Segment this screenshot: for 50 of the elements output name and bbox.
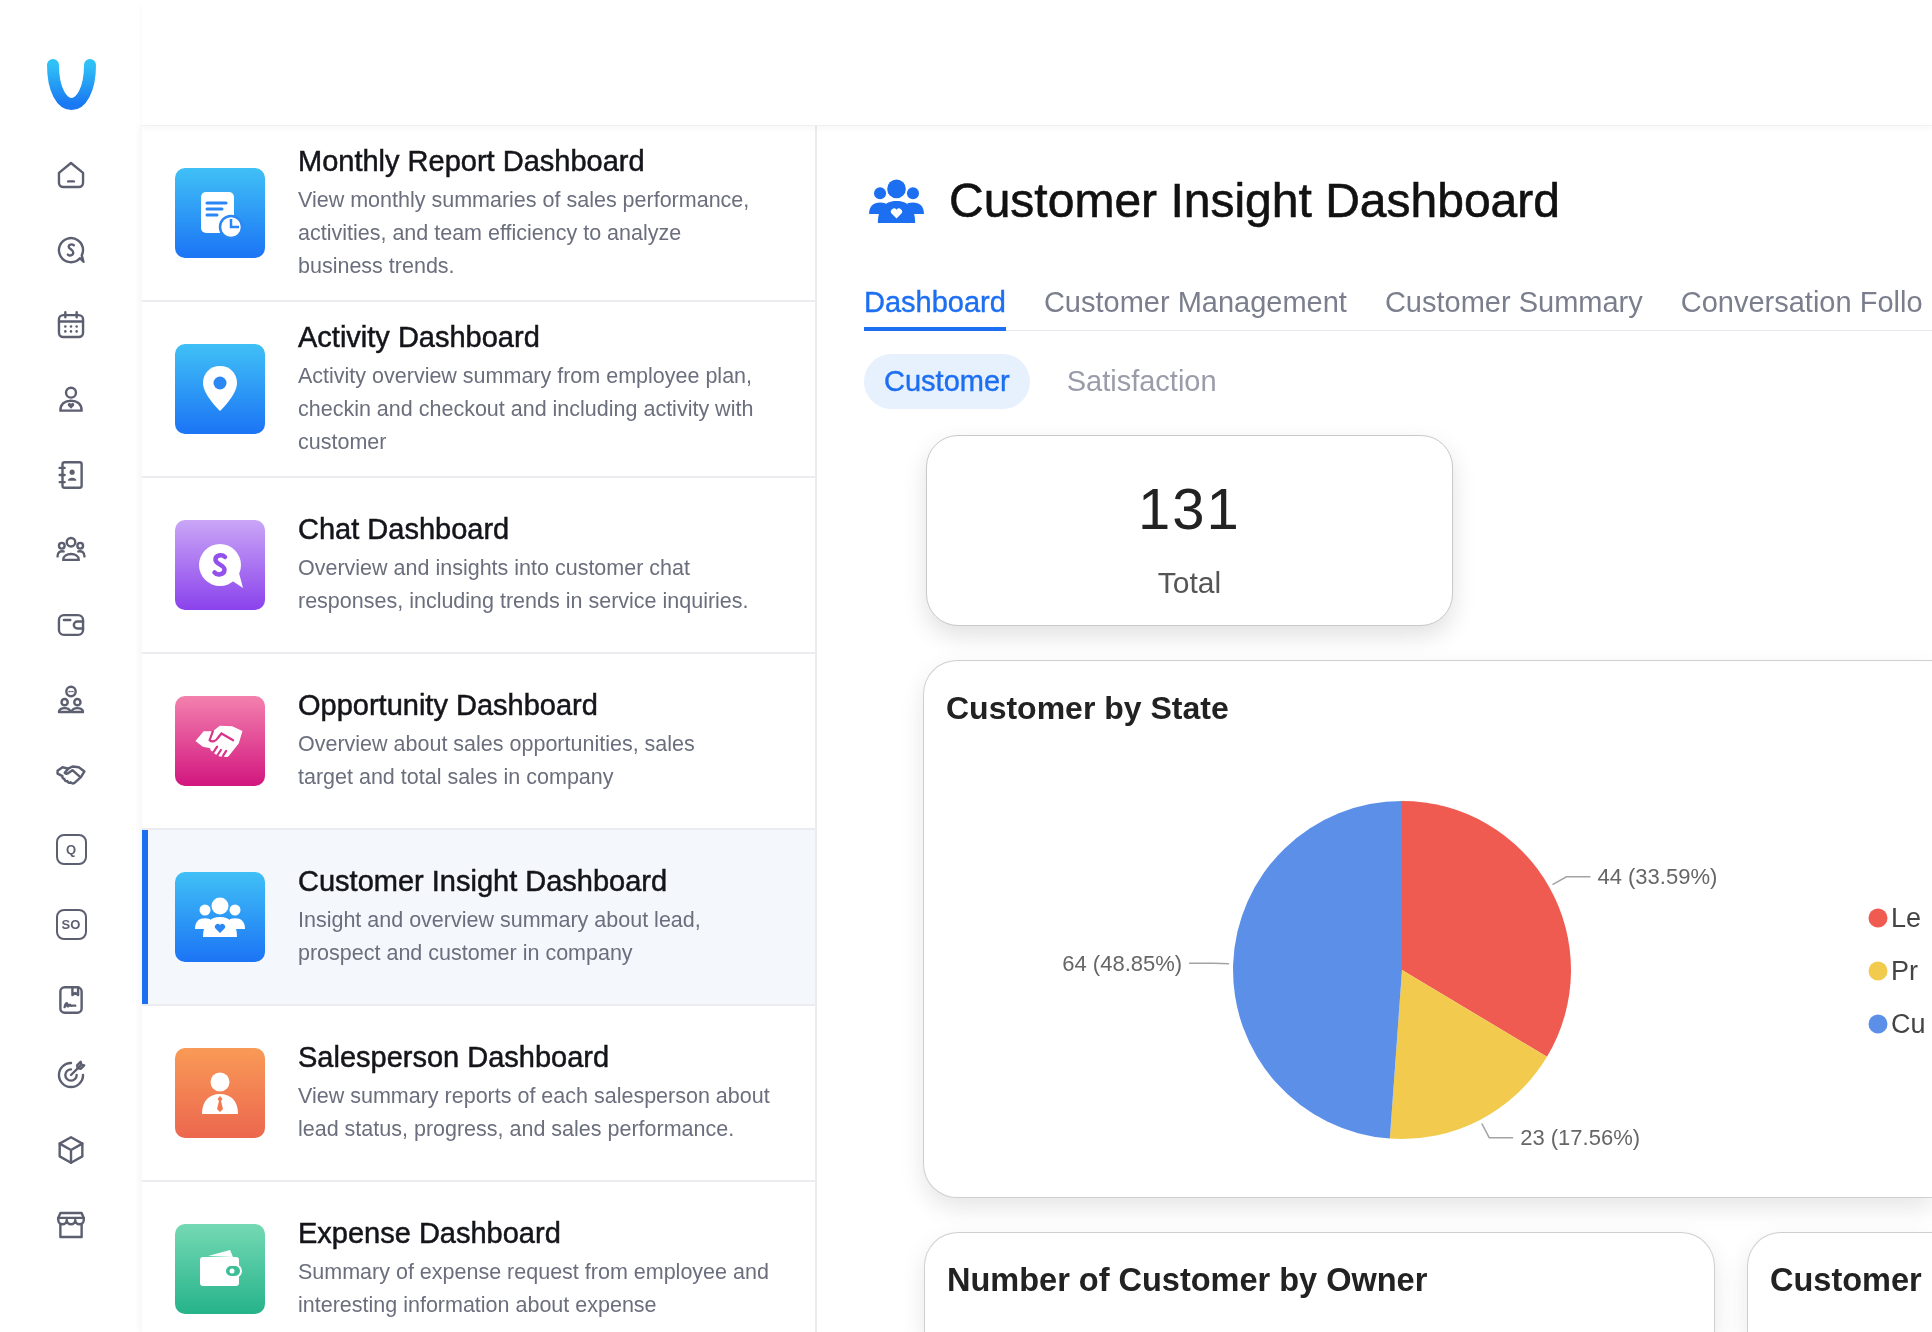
legend-label[interactable]: Pr: [1891, 956, 1918, 986]
dashboard-list-item[interactable]: Activity Dashboard Activity overview summary from employee plan, checkin and checkout and including activity with customer: [142, 302, 815, 478]
dashboard-description: Insight and overview summary about lead, prospect and customer in company: [298, 907, 702, 967]
dashboard-title: Opportunity Dashboard: [298, 688, 599, 722]
logo[interactable]: [44, 58, 98, 111]
leader-line: [1188, 962, 1230, 965]
dashboard-title: Customer Insight Dashboard: [298, 864, 669, 898]
dashboard-description: Summary of expense request from employee and interesting information about expense: [298, 1259, 770, 1319]
group-heart-icon: [869, 178, 924, 224]
data-label: 23 (17.56%): [1520, 1125, 1641, 1151]
dashboard-list-item[interactable]: Customer Insight Dashboard Insight and overview summary about lead, prospect and customer in company: [142, 830, 815, 1006]
dashboard-title: Salesperson Dashboard: [298, 1040, 611, 1074]
leader-line: [1481, 1122, 1514, 1139]
dashboard-description: Activity overview summary from employee plan, checkin and checkout and including activity with customer: [298, 362, 755, 456]
dashboard-list-item[interactable]: Expense Dashboard Summary of expense request from employee and interesting information about expense: [142, 1182, 815, 1332]
dashboard-list-item[interactable]: Salesperson Dashboard View summary reports of each salesperson about lead status, progress, and sales performance.: [142, 1006, 815, 1182]
tab[interactable]: Customer Management: [1043, 285, 1347, 331]
dashboard-description: View summary reports of each salesperson about lead status, progress, and sales performance.: [298, 1083, 771, 1143]
page-title: Customer Insight Dashboard: [949, 173, 1560, 229]
dashboard-list-item[interactable]: Monthly Report Dashboard View monthly summaries of sales performance, activities, and team efficiency to analyze business trends.: [142, 126, 815, 302]
chart-title: Customer by State: [945, 689, 1230, 728]
letter-tile-button[interactable]: Q: [55, 834, 87, 865]
legend-label[interactable]: Cu: [1891, 1009, 1926, 1039]
map-pin-icon: [175, 344, 265, 434]
dashboard-description: Overview and insights into customer chat responses, including trends in service inquiries.: [298, 555, 750, 615]
legend-label[interactable]: Le: [1891, 903, 1922, 933]
person-tie-icon: [175, 1048, 265, 1138]
tab[interactable]: Conversation Follo: [1680, 285, 1923, 331]
total-label: Total: [1157, 565, 1222, 601]
data-label: 64 (48.85%): [1062, 950, 1183, 976]
dashboard-title: Monthly Report Dashboard: [298, 143, 646, 178]
handshake-icon: [175, 696, 265, 786]
dashboard-list-item[interactable]: Chat Dashboard Overview and insights into customer chat responses, including trends in service inquiries.: [142, 478, 815, 654]
leader-line: [1551, 876, 1592, 886]
tab[interactable]: Dashboard: [864, 285, 1006, 331]
chart-title: Customer: [1770, 1261, 1923, 1300]
letter-tile-button[interactable]: SO: [55, 909, 87, 940]
subtab[interactable]: Customer: [864, 354, 1030, 409]
tab[interactable]: Customer Summary: [1384, 285, 1643, 331]
chart-title: Number of Customer by Owner: [947, 1261, 1429, 1300]
report-icon: [175, 168, 265, 258]
chat-bubble-icon: [175, 520, 265, 610]
wallet-icon: [175, 1224, 265, 1314]
total-value: 131: [1138, 475, 1241, 543]
data-label: 44 (33.59%): [1597, 864, 1718, 890]
dashboard-title: Expense Dashboard: [298, 1216, 562, 1250]
dashboard-description: View monthly summaries of sales performance, activities, and team efficiency to analyze business trends.: [298, 186, 751, 280]
dashboard-description: Overview about sales opportunities, sales target and total sales in company: [298, 731, 696, 791]
dashboard-title: Chat Dashboard: [298, 512, 511, 546]
dashboard-title: Activity Dashboard: [298, 319, 541, 354]
